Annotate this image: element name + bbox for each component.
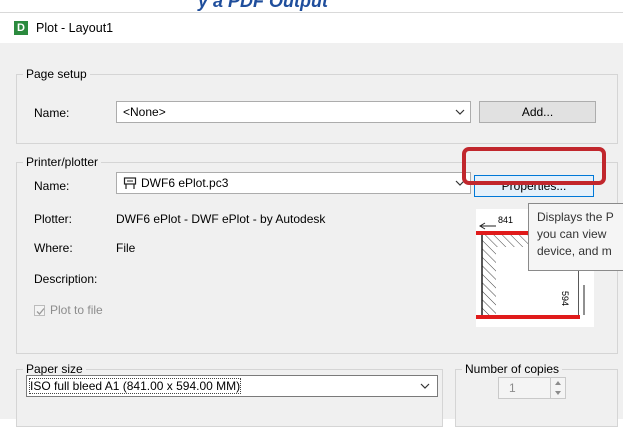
where-value: File [116, 241, 136, 255]
page-setup-name-dropdown[interactable]: <None> [116, 101, 471, 123]
paper-size-group-label: Paper size [23, 362, 86, 376]
plotter-label: Plotter: [34, 212, 73, 226]
title-bar: D Plot - Layout1 [0, 13, 623, 43]
paper-size-dropdown[interactable]: ISO full bleed A1 (841.00 x 594.00 MM) [26, 375, 438, 397]
copies-spinner[interactable]: 1 [498, 377, 566, 399]
tooltip-line: device, and m [537, 244, 612, 258]
spin-up-icon[interactable] [551, 378, 565, 388]
description-label: Description: [34, 272, 98, 286]
page-setup-name-label: Name: [34, 106, 70, 120]
plot-dialog: D Plot - Layout1 Page setup Name: <None>… [0, 12, 623, 427]
spinner-buttons[interactable] [550, 378, 565, 398]
add-page-setup-button[interactable]: Add... [479, 101, 596, 123]
spin-down-icon[interactable] [551, 388, 565, 398]
copies-value: 1 [509, 381, 516, 395]
page-setup-name-value: <None> [123, 105, 166, 119]
preview-width-label: 841 [498, 215, 514, 225]
preview-height-label: 594 [560, 291, 570, 307]
paper-size-value: ISO full bleed A1 (841.00 x 594.00 MM) [28, 378, 242, 394]
properties-callout-highlight [462, 147, 606, 185]
window-title: Plot - Layout1 [36, 21, 114, 35]
checkmark-icon [36, 308, 45, 315]
plot-to-file-label: Plot to file [50, 303, 103, 317]
printer-plotter-group-label: Printer/plotter [23, 155, 102, 169]
printer-name-dropdown[interactable]: DWF6 ePlot.pc3 [116, 172, 471, 194]
article-heading-fragment: y a PDF Output [0, 0, 623, 12]
app-icon: D [14, 21, 28, 35]
chevron-down-icon [455, 109, 465, 115]
plot-to-file-checkbox[interactable] [34, 305, 45, 316]
copies-group-label: Number of copies [462, 362, 563, 376]
where-label: Where: [34, 241, 73, 255]
tooltip-line: Displays the P [537, 210, 614, 224]
plotter-icon [123, 177, 137, 189]
properties-tooltip: Displays the P you can view device, and … [528, 203, 623, 271]
chevron-down-icon [420, 383, 430, 389]
plotter-value: DWF6 ePlot - DWF ePlot - by Autodesk [116, 212, 326, 226]
page-setup-group-label: Page setup [23, 67, 90, 81]
tooltip-line: you can view [537, 227, 607, 241]
printer-name-value: DWF6 ePlot.pc3 [141, 176, 229, 190]
article-heading-text: y a PDF Output [198, 0, 328, 11]
printer-name-label: Name: [34, 179, 70, 193]
